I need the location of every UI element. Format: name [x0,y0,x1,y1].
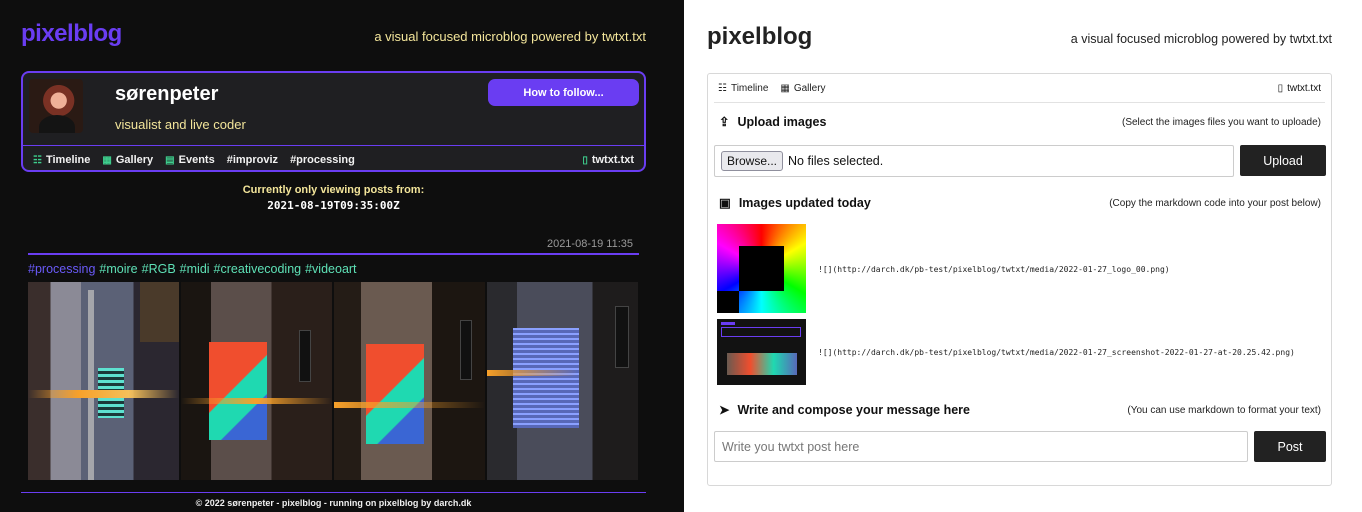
post-photo[interactable] [28,282,179,480]
site-logo[interactable]: pixelblog [707,23,812,51]
post-photo[interactable] [334,282,485,480]
file-icon: ▯ [582,154,588,166]
images-today-title: Images updated today [738,195,871,210]
file-input[interactable]: Browse... No files selected. [714,145,1234,177]
blog-preview: pixelblog a visual focused microblog pow… [0,0,684,512]
nav-gallery[interactable]: ▦ Gallery [102,154,153,166]
nav-timeline-label: Timeline [730,83,769,94]
file-status: No files selected. [788,154,884,168]
images-today-heading: ▣ Images updated today [719,195,871,211]
viewing-notice: Currently only viewing posts from: [242,184,425,196]
hashtag-link[interactable]: #processing [28,262,95,276]
nav-timeline-label: Timeline [45,154,91,166]
upload-icon: ⇪ [719,115,730,129]
admin-nav: ☷ Timeline ▦ Gallery [718,83,826,94]
site-logo[interactable]: pixelblog [21,20,122,48]
site-tagline: a visual focused microblog powered by tw… [374,29,646,44]
twtxt-link[interactable]: ▯ twtxt.txt [582,154,634,166]
profile-bio: visualist and live coder [115,117,246,132]
nav-gallery[interactable]: ▦ Gallery [780,83,825,94]
nav-tag-label: #processing [290,154,355,166]
nav-gallery-label: Gallery [115,154,154,166]
profile-name: sørenpeter [115,83,219,105]
twtxt-link-label: twtxt.txt [1287,83,1321,94]
file-icon: ▯ [1277,83,1284,94]
twtxt-link-label: twtxt.txt [591,154,634,166]
hashtag-link[interactable]: #moire [99,262,137,276]
upload-heading: ⇪ Upload images [719,114,827,130]
post-image-gallery [28,282,638,480]
footer-divider [21,492,646,493]
divider [23,145,644,146]
divider [714,102,1325,103]
nav-timeline[interactable]: ☷ Timeline [718,83,768,94]
nav-tag-processing[interactable]: #processing [290,154,355,166]
profile-card: sørenpeter visualist and live coder How … [21,71,646,172]
site-tagline: a visual focused microblog powered by tw… [1070,32,1332,46]
images-today-hint: (Copy the markdown code into your post b… [1109,198,1321,209]
image-icon: ▣ [719,196,731,210]
post-date[interactable]: 2021-08-19 11:35 [547,238,633,250]
post-divider [28,253,639,255]
post-input[interactable]: Write you twtxt post here [714,431,1248,462]
hashtag-link[interactable]: #RGB [142,262,176,276]
browse-button[interactable]: Browse... [721,151,784,171]
nav-gallery-label: Gallery [793,83,826,94]
post-photo[interactable] [487,282,638,480]
twtxt-link[interactable]: ▯ twtxt.txt [1278,83,1321,94]
nav-tag-label: #improviz [226,154,279,166]
timeline-icon: ☷ [718,83,727,94]
nav-events[interactable]: ▤ Events [165,154,215,166]
compose-heading: ➤ Write and compose your message here [719,402,970,418]
compose-title: Write and compose your message here [737,402,970,417]
upload-hint: (Select the images files you want to upl… [1122,117,1321,128]
upload-button[interactable]: Upload [1240,145,1326,176]
nav-events-label: Events [178,154,215,166]
hashtag-link[interactable]: #creativecoding [214,262,302,276]
avatar [29,79,83,133]
compose-hint: (You can use markdown to format your tex… [1127,405,1321,416]
hashtag-link[interactable]: #midi [180,262,210,276]
uploaded-image-thumbnail[interactable] [717,319,806,385]
calendar-icon: ▤ [165,154,175,166]
grid-icon: ▦ [780,83,790,94]
grid-icon: ▦ [102,154,112,166]
markdown-code[interactable]: ![](http://darch.dk/pb-test/pixelblog/tw… [818,348,1295,357]
nav-tag-improviz[interactable]: #improviz [227,154,278,166]
page-root: pixelblog a visual focused microblog pow… [0,0,1362,512]
upload-title: Upload images [737,114,827,129]
post-hashtags: #processing #moire #RGB #midi #creativec… [28,262,357,276]
timeline-icon: ☷ [33,154,42,166]
post-button[interactable]: Post [1254,431,1326,462]
footer-text: © 2022 sørenpeter - pixelblog - running … [195,498,472,508]
markdown-code[interactable]: ![](http://darch.dk/pb-test/pixelblog/tw… [818,265,1170,274]
hashtag-link[interactable]: #videoart [305,262,356,276]
send-icon: ➤ [719,403,730,417]
profile-nav: ☷ Timeline ▦ Gallery ▤ Events #improviz #pr… [33,154,355,166]
post-photo[interactable] [181,282,332,480]
nav-timeline[interactable]: ☷ Timeline [33,154,90,166]
admin-panel: ☷ Timeline ▦ Gallery ▯ twtxt.txt ⇪ Upload i… [707,73,1332,486]
uploaded-image-thumbnail[interactable] [717,224,806,313]
viewing-date: 2021-08-19T09:35:00Z [267,199,400,212]
admin-page: pixelblog a visual focused microblog pow… [684,0,1362,512]
how-to-follow-button[interactable]: How to follow... [488,79,639,106]
